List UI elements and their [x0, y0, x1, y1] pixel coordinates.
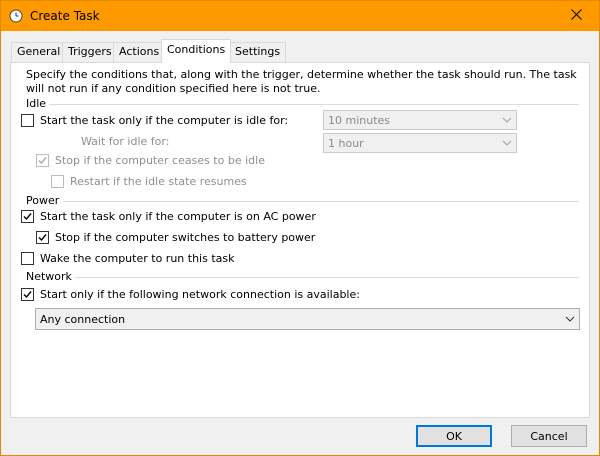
restart-if-resumes-checkbox[interactable]: Restart if the idle state resumes [51, 173, 247, 189]
create-task-dialog: Create Task General Triggers Actions Con… [0, 0, 600, 456]
chevron-down-icon [502, 115, 512, 125]
stop-if-ceases-label: Stop if the computer ceases to be idle [55, 153, 265, 167]
idle-group-divider [49, 104, 579, 105]
power-group-label: Power [26, 194, 60, 207]
close-icon [570, 9, 582, 23]
network-connection-checkbox[interactable]: Start only if the following network conn… [21, 286, 360, 302]
ac-power-checkbox[interactable]: Start the task only if the computer is o… [21, 208, 316, 224]
start-if-idle-checkbox[interactable]: Start the task only if the computer is i… [21, 112, 288, 128]
ac-power-label: Start the task only if the computer is o… [40, 209, 316, 223]
checkbox-box [51, 174, 64, 188]
restart-if-resumes-label: Restart if the idle state resumes [70, 174, 247, 188]
checkbox-box [36, 230, 49, 244]
tab-actions[interactable]: Actions [113, 42, 166, 62]
checkbox-box [21, 113, 34, 127]
checkmark-icon [23, 290, 32, 298]
network-connection-label: Start only if the following network conn… [40, 287, 360, 301]
checkbox-box [36, 153, 49, 167]
checkbox-box [21, 209, 34, 223]
checkmark-icon [38, 156, 47, 164]
tab-conditions[interactable]: Conditions [161, 39, 232, 63]
conditions-description: Specify the conditions that, along with … [26, 68, 577, 95]
chevron-down-icon [502, 138, 512, 148]
wake-computer-checkbox[interactable]: Wake the computer to run this task [21, 250, 234, 266]
close-button[interactable] [553, 1, 599, 31]
network-group-divider [75, 277, 579, 278]
stop-if-ceases-checkbox[interactable]: Stop if the computer ceases to be idle [36, 152, 265, 168]
tab-settings[interactable]: Settings [229, 42, 287, 62]
checkmark-icon [38, 233, 47, 241]
cancel-button[interactable]: Cancel [511, 425, 587, 447]
idle-duration-select[interactable]: 10 minutes [323, 110, 517, 130]
tab-triggers[interactable]: Triggers [62, 42, 118, 62]
ok-button[interactable]: OK [416, 425, 492, 447]
wait-for-idle-label: Wait for idle for: [81, 135, 170, 148]
window-title: Create Task [30, 9, 100, 23]
wake-computer-label: Wake the computer to run this task [40, 251, 235, 265]
power-group-divider [63, 201, 579, 202]
idle-duration-value: 10 minutes [328, 113, 391, 127]
start-if-idle-label: Start the task only if the computer is i… [40, 113, 289, 127]
wait-duration-select[interactable]: 1 hour [323, 133, 517, 153]
clock-icon [9, 9, 23, 23]
checkbox-box [21, 287, 34, 301]
title-bar[interactable]: Create Task [1, 1, 599, 31]
tab-general[interactable]: General [11, 42, 67, 62]
network-connection-select[interactable]: Any connection [35, 308, 580, 330]
network-connection-value: Any connection [40, 312, 126, 326]
network-group-label: Network [26, 270, 72, 283]
wait-duration-value: 1 hour [328, 136, 364, 150]
battery-stop-label: Stop if the computer switches to battery… [55, 230, 316, 244]
battery-stop-checkbox[interactable]: Stop if the computer switches to battery… [36, 229, 315, 245]
chevron-down-icon [565, 314, 575, 324]
checkbox-box [21, 251, 34, 265]
checkmark-icon [23, 212, 32, 220]
idle-group-label: Idle [26, 97, 47, 110]
